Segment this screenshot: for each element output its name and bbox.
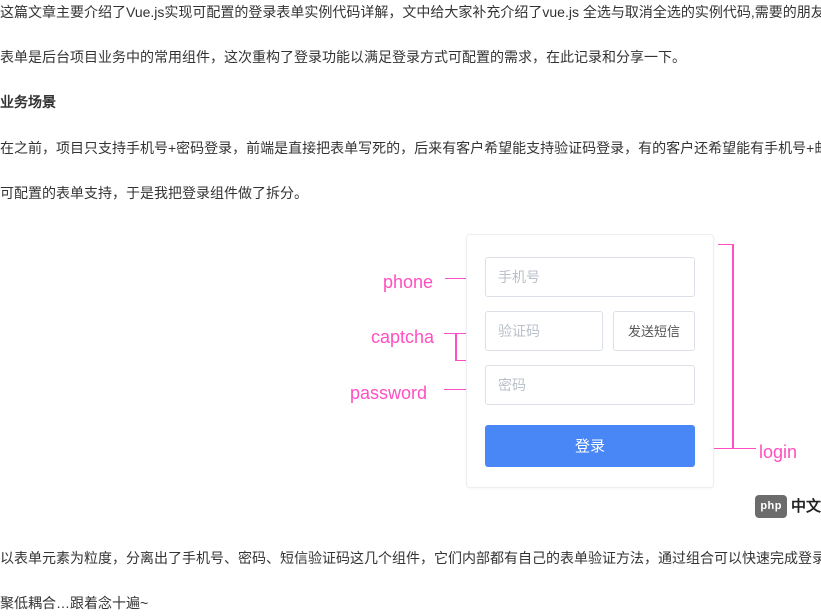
- password-input[interactable]: [485, 365, 695, 405]
- annotation-line: [732, 244, 734, 449]
- login-button[interactable]: 登录: [485, 425, 695, 467]
- site-logo: php 中文: [755, 493, 821, 520]
- paragraph-5: 聚低耦合…跟着念十遍~: [0, 591, 821, 616]
- annotation-line: [718, 244, 734, 246]
- annotation-password: password: [350, 377, 427, 409]
- paragraph-4: 以表单元素为粒度，分离出了手机号、密码、短信验证码这几个组件，它们内部都有自己的…: [0, 546, 821, 571]
- login-form-diagram: phone captcha password login 发送短信 登录: [0, 226, 821, 526]
- annotation-login: login: [759, 436, 797, 468]
- captcha-input[interactable]: [485, 311, 603, 351]
- paragraph-2: 在之前，项目只支持手机号+密码登录，前端是直接把表单写死的，后来有客户希望能支持…: [0, 136, 821, 161]
- login-card: 发送短信 登录: [466, 234, 714, 488]
- annotation-captcha: captcha: [371, 321, 434, 353]
- brand-text: 中文: [791, 493, 821, 520]
- paragraph-intro: 这篇文章主要介绍了Vue.js实现可配置的登录表单实例代码详解，文中给大家补充介…: [0, 0, 821, 25]
- paragraph-1: 表单是后台项目业务中的常用组件，这次重构了登录功能以满足登录方式可配置的需求，在…: [0, 45, 821, 70]
- php-pill: php: [755, 495, 787, 519]
- annotation-line: [455, 333, 457, 361]
- paragraph-3: 可配置的表单支持，于是我把登录组件做了拆分。: [0, 181, 821, 206]
- section-heading: 业务场景: [0, 90, 821, 115]
- send-sms-button[interactable]: 发送短信: [613, 311, 695, 351]
- phone-input[interactable]: [485, 257, 695, 297]
- annotation-phone: phone: [383, 266, 433, 298]
